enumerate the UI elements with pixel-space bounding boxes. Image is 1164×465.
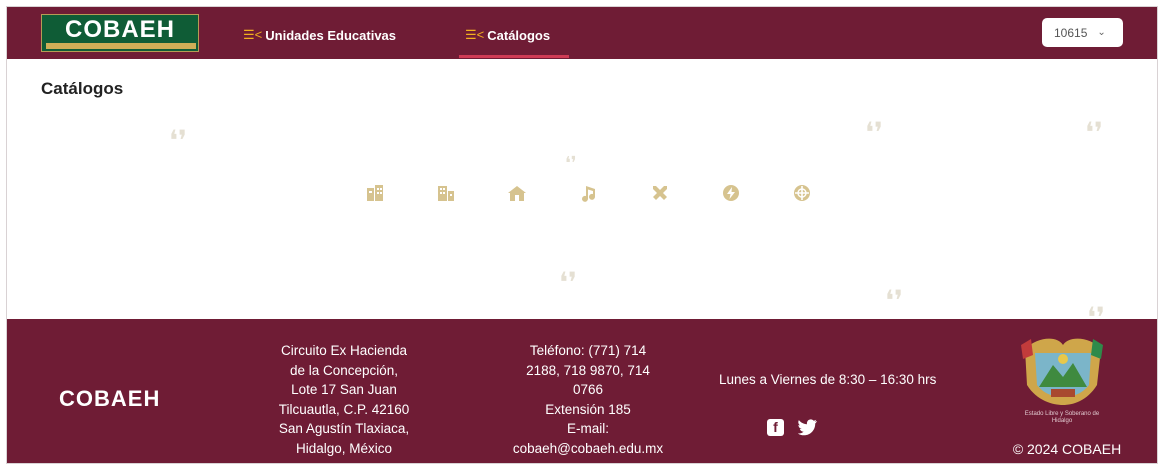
- nav-unidades-educativas[interactable]: ☰< Unidades Educativas: [243, 25, 396, 45]
- active-nav-indicator: [459, 55, 569, 58]
- globe-icon[interactable]: [790, 181, 814, 205]
- campus-select[interactable]: 10615 ⌄: [1042, 18, 1123, 47]
- music-icon[interactable]: [577, 181, 601, 205]
- footer-address: Circuito Ex Hacienda de la Concepción, L…: [249, 341, 439, 458]
- address-line: Lote 17 San Juan: [291, 382, 397, 397]
- site-footer: COBAEH Circuito Ex Hacienda de la Concep…: [7, 319, 1157, 463]
- tools-icon[interactable]: [648, 181, 672, 205]
- catalog-content: ❛❜ ❛❜ ❛❜ ❛❜ ❛❜ ❛❜ ❛❜: [7, 119, 1157, 319]
- paw-print-decoration: ❛❜: [559, 267, 578, 298]
- twitter-icon[interactable]: [797, 419, 818, 439]
- facebook-icon[interactable]: f: [767, 419, 784, 436]
- address-line: San Agustín Tlaxiaca,: [278, 421, 410, 436]
- copyright-text: © 2024 COBAEH: [1012, 441, 1122, 457]
- campus-select-value: 10615: [1054, 25, 1088, 40]
- logo-strip: [46, 43, 196, 49]
- nav-label: Catálogos: [487, 27, 551, 43]
- address-line: Circuito Ex Hacienda: [280, 343, 408, 358]
- page-frame: COBAEH ☰< Unidades Educativas ☰< Catálog…: [6, 6, 1158, 464]
- address-line: Tilcuautla, C.P. 42160: [278, 401, 410, 417]
- logo-text: COBAEH: [64, 16, 175, 43]
- contact-line: Extensión 185: [545, 401, 631, 417]
- address-line: de la Concepción,: [289, 362, 399, 378]
- paw-print-decoration: ❛❜: [1087, 302, 1106, 320]
- paw-print-decoration: ❛❜: [1085, 119, 1104, 148]
- page-title: Catálogos: [41, 79, 124, 98]
- social-links: f: [767, 419, 818, 439]
- top-navbar: COBAEH ☰< Unidades Educativas ☰< Catálog…: [7, 7, 1157, 59]
- catalog-icon-row: [7, 181, 1157, 211]
- paw-print-decoration: ❛❜: [865, 119, 884, 148]
- footer-logo: COBAEH: [59, 386, 161, 411]
- buildings-icon[interactable]: [434, 181, 458, 205]
- office-hours: Lunes a Viernes de 8:30 – 16:30 hrs: [719, 372, 937, 387]
- contact-line: 0766: [572, 382, 604, 397]
- nav-catalogos[interactable]: ☰< Catálogos: [465, 25, 550, 45]
- hidalgo-seal: [1021, 338, 1103, 405]
- paw-print-decoration: ❛❜: [885, 285, 904, 316]
- paw-print-decoration: ❛❜: [169, 125, 188, 156]
- nav-label: Unidades Educativas: [265, 27, 397, 43]
- bolt-icon[interactable]: [719, 181, 743, 205]
- menu-lines-icon: ☰<: [465, 27, 485, 42]
- address-line: Hidalgo, México: [295, 440, 393, 456]
- email-link[interactable]: cobaeh@cobaeh.edu.mx: [485, 439, 691, 459]
- contact-line: 2188, 718 9870, 714: [526, 362, 650, 378]
- footer-contact: Teléfono: (771) 714 2188, 718 9870, 714 …: [485, 341, 691, 458]
- title-bar: Catálogos: [7, 59, 1157, 119]
- building-icon[interactable]: [363, 181, 387, 205]
- paw-print-decoration: ❛❜: [565, 153, 577, 173]
- seal-caption: Estado Libre y Soberano de Hidalgo: [1024, 411, 1100, 424]
- menu-lines-icon: ☰<: [243, 27, 263, 42]
- contact-line: E-mail:: [566, 421, 609, 436]
- house-icon[interactable]: [505, 181, 529, 205]
- cobaeh-logo[interactable]: COBAEH: [41, 14, 199, 52]
- contact-line: Teléfono: (771) 714: [529, 343, 647, 358]
- chevron-down-icon: ⌄: [1097, 27, 1106, 38]
